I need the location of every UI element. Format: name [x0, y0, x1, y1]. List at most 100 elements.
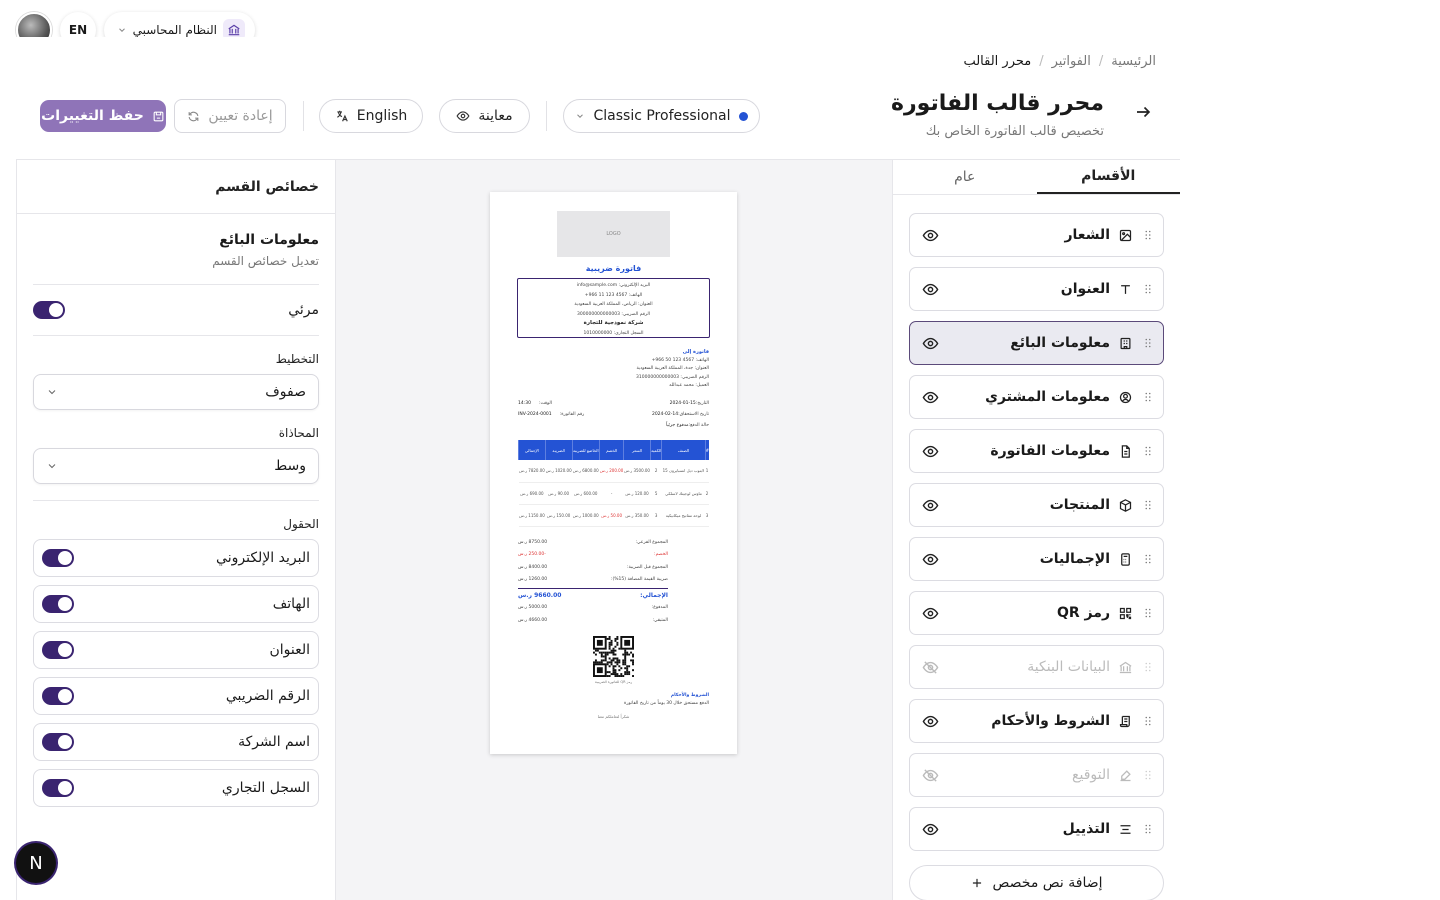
meta-value: مدفوع جزئياً — [665, 423, 689, 428]
add-custom-text-button[interactable]: إضافة نص مخصص — [909, 865, 1164, 900]
total-value: 8750.00 ر.س — [518, 540, 548, 545]
alignment-select[interactable]: وسط — [33, 448, 319, 484]
field-toggle[interactable] — [42, 687, 74, 705]
section-item[interactable]: معلومات الفاتورة — [909, 429, 1164, 473]
section-item[interactable]: معلومات البائع — [909, 321, 1164, 365]
breadcrumb-invoices[interactable]: الفواتير — [1052, 54, 1091, 69]
section-item[interactable]: الشروط والأحكام — [909, 699, 1164, 743]
drag-handle-icon[interactable] — [1141, 390, 1155, 404]
table-cell: 1 — [705, 460, 709, 483]
tab-sections[interactable]: الأقسام — [1036, 160, 1180, 194]
buyer-heading: فاتورة إلى — [682, 349, 709, 355]
eye-icon — [456, 109, 470, 123]
back-arrow-icon[interactable] — [1134, 103, 1152, 121]
eye-icon[interactable] — [922, 389, 939, 406]
eye-off-icon[interactable] — [922, 767, 939, 784]
eye-icon[interactable] — [922, 713, 939, 730]
eye-icon[interactable] — [922, 443, 939, 460]
total-key: ضريبة القيمة المضافة (15%): — [610, 576, 668, 582]
table-row: 3 لوحة مفاتيح ميكانيكية 3 350.00 ر.س 50.00 ر… — [518, 504, 709, 527]
meta-row: التاريخ: 2024-01-15 الوقت: 14:30 — [518, 398, 709, 409]
section-item[interactable]: البيانات البنكية — [909, 645, 1164, 689]
seller-info-block: البريد الإلكتروني: info@sample.com الهات… — [517, 278, 710, 338]
drag-handle-icon[interactable] — [1141, 498, 1155, 512]
field-label: السجل التجاري — [221, 780, 310, 796]
eye-icon[interactable] — [922, 551, 939, 568]
drag-handle-icon[interactable] — [1141, 444, 1155, 458]
divider — [33, 500, 319, 501]
total-value: 8400.00 ر.س — [518, 564, 548, 570]
preview-label: معاينة — [478, 108, 513, 124]
template-select[interactable]: Classic Professional — [563, 99, 760, 133]
calculator-icon — [1118, 552, 1133, 567]
chevron-down-icon — [575, 111, 585, 121]
dev-badge[interactable]: N — [16, 843, 56, 883]
save-button[interactable]: حفظ التغييرات — [40, 100, 166, 132]
eye-icon[interactable] — [922, 281, 939, 298]
section-item[interactable]: العنوان — [909, 267, 1164, 311]
drag-handle-icon[interactable] — [1141, 228, 1155, 242]
table-cell: 2 — [650, 460, 662, 483]
meta-value: 2024-02-14 — [651, 412, 679, 417]
section-item[interactable]: الشعار — [909, 213, 1164, 257]
section-item[interactable]: معلومات المشتري — [909, 375, 1164, 419]
seller-company: شركة نموذجية للتجارة — [583, 320, 644, 326]
drag-handle-icon[interactable] — [1141, 822, 1155, 836]
layout-select[interactable]: صفوف — [33, 374, 319, 410]
tab-general[interactable]: عام — [893, 160, 1037, 194]
seller-email: البريد الإلكتروني: info@sample.com — [576, 283, 651, 288]
reset-button[interactable]: إعادة تعيين — [174, 99, 286, 133]
document-icon — [1118, 444, 1133, 459]
field-toggle[interactable] — [42, 779, 74, 797]
field-label: الهاتف — [272, 596, 310, 612]
preview-button[interactable]: معاينة — [439, 99, 530, 133]
total-row: المجموع قبل الضريبة: 8400.00 ر.س — [518, 562, 668, 574]
eye-icon[interactable] — [922, 821, 939, 838]
drag-handle-icon[interactable] — [1141, 606, 1155, 620]
field-toggle[interactable] — [42, 641, 74, 659]
breadcrumb-home[interactable]: الرئيسية — [1111, 54, 1156, 69]
panel-header: خصائص القسم — [17, 160, 335, 214]
section-item[interactable]: الإجماليات — [909, 537, 1164, 581]
section-label: رمز QR — [1057, 605, 1110, 621]
divider — [33, 284, 319, 285]
save-label: حفظ التغييرات — [41, 108, 144, 124]
section-label: معلومات الفاتورة — [990, 443, 1110, 459]
section-item[interactable]: المنتجات — [909, 483, 1164, 527]
eye-icon[interactable] — [922, 335, 939, 352]
eye-icon[interactable] — [922, 497, 939, 514]
drag-handle-icon[interactable] — [1141, 714, 1155, 728]
invoice-language-button[interactable]: English — [319, 99, 423, 133]
field-toggle[interactable] — [42, 733, 74, 751]
drag-handle-icon[interactable] — [1141, 660, 1155, 674]
section-item[interactable]: التذييل — [909, 807, 1164, 851]
total-key: المدفوع: — [651, 605, 668, 611]
total-value: 9660.00 ر.س — [518, 592, 562, 600]
drag-handle-icon[interactable] — [1141, 552, 1155, 566]
selected-section-subtitle: تعديل خصائص القسم — [212, 254, 319, 268]
drag-handle-icon[interactable] — [1141, 768, 1155, 782]
remaining-row: المتبقي: 4660.00 ر.س — [518, 615, 668, 627]
invoice-preview[interactable]: LOGO فاتورة ضريبية البريد الإلكتروني: in… — [490, 192, 737, 754]
qr-caption: رمز QR للفاتورة الضريبية — [594, 680, 633, 684]
layout-value: صفوف — [265, 384, 306, 400]
section-item[interactable]: التوقيع — [909, 753, 1164, 797]
buyer-client: العميل: محمد عبدالله — [669, 383, 709, 389]
translate-icon — [335, 109, 349, 123]
user-circle-icon — [1118, 390, 1133, 405]
buyer-address: العنوان: جدة، المملكة العربية السعودية — [636, 366, 709, 372]
drag-handle-icon[interactable] — [1141, 282, 1155, 296]
field-label: العنوان — [269, 642, 310, 658]
invoice-title: فاتورة ضريبية — [585, 264, 642, 273]
field-toggle[interactable] — [42, 549, 74, 567]
drag-handle-icon[interactable] — [1141, 336, 1155, 350]
section-item[interactable]: رمز QR — [909, 591, 1164, 635]
field-toggle[interactable] — [42, 595, 74, 613]
visible-toggle[interactable] — [33, 301, 65, 319]
eye-icon[interactable] — [922, 605, 939, 622]
preview-canvas: LOGO فاتورة ضريبية البريد الإلكتروني: in… — [336, 160, 892, 900]
eye-off-icon[interactable] — [922, 659, 939, 676]
eye-icon[interactable] — [922, 227, 939, 244]
table-row: 1 لابتوب ديل انسبايرون 15 2 3500.00 ر.س 200.… — [518, 460, 709, 483]
total-value: 4660.00 ر.س — [518, 617, 548, 623]
